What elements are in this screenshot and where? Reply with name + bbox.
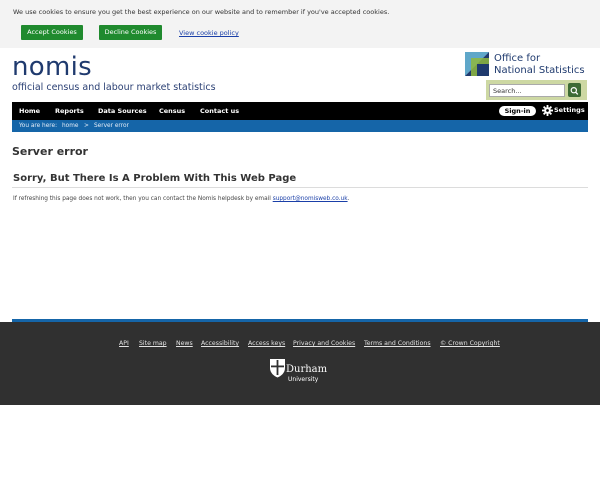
- ons-name-line1: Office for: [494, 53, 541, 64]
- nav-home[interactable]: Home: [19, 102, 40, 120]
- nomis-logo[interactable]: nomis: [12, 52, 92, 82]
- cookie-banner: We use cookies to ensure you get the bes…: [0, 0, 600, 48]
- footer-link-news[interactable]: News: [176, 340, 193, 347]
- page-title: Server error: [12, 145, 88, 158]
- nav-contact-us[interactable]: Contact us: [200, 102, 239, 120]
- breadcrumb-home[interactable]: home: [62, 120, 78, 132]
- nav-data-sources[interactable]: Data Sources: [98, 102, 147, 120]
- footer-link-access-keys[interactable]: Access keys: [248, 340, 285, 347]
- footer-link-site-map[interactable]: Site map: [139, 340, 167, 347]
- help-message: If refreshing this page does not work, t…: [13, 196, 271, 202]
- accept-cookies-button[interactable]: Accept Cookies: [21, 25, 83, 40]
- nav-reports[interactable]: Reports: [55, 102, 84, 120]
- search-button[interactable]: [568, 83, 581, 97]
- breadcrumb: You are here: home > Server error: [12, 120, 588, 132]
- search-input[interactable]: [489, 84, 565, 97]
- breadcrumb-separator: >: [84, 123, 89, 129]
- help-end: .: [347, 196, 350, 202]
- nav-census[interactable]: Census: [159, 102, 185, 120]
- footer: API Site map News Accessibility Access k…: [0, 322, 600, 405]
- footer-link-privacy[interactable]: Privacy and Cookies: [293, 340, 355, 347]
- ons-name-line2: National Statistics: [494, 65, 585, 76]
- view-cookie-policy-link[interactable]: View cookie policy: [179, 29, 239, 37]
- sign-in-button[interactable]: Sign-in: [499, 106, 536, 116]
- search-icon: [570, 86, 579, 95]
- durham-name: Durham: [286, 364, 328, 375]
- ons-logo[interactable]: Office for National Statistics: [465, 52, 587, 78]
- footer-link-api[interactable]: API: [119, 340, 129, 347]
- help-text: If refreshing this page does not work, t…: [13, 196, 349, 202]
- divider: [12, 187, 588, 188]
- error-heading: Sorry, But There Is A Problem With This …: [13, 173, 297, 184]
- footer-link-copyright[interactable]: © Crown Copyright: [440, 340, 500, 347]
- footer-link-accessibility[interactable]: Accessibility: [201, 340, 239, 347]
- decline-cookies-button[interactable]: Decline Cookies: [99, 25, 162, 40]
- durham-university-logo[interactable]: Durham University: [269, 358, 331, 386]
- breadcrumb-current: Server error: [94, 123, 129, 129]
- shield-icon: [270, 359, 285, 378]
- durham-subtitle: University: [288, 376, 319, 383]
- cookie-message: We use cookies to ensure you get the bes…: [13, 8, 390, 16]
- gear-icon: [542, 105, 553, 116]
- settings-label: Settings: [554, 106, 585, 114]
- footer-link-terms[interactable]: Terms and Conditions: [364, 340, 431, 347]
- breadcrumb-prefix: You are here:: [19, 123, 58, 129]
- site-tagline: official census and labour market statis…: [12, 82, 216, 93]
- support-email-link[interactable]: support@nomisweb.co.uk: [273, 196, 348, 202]
- ons-logo-icon: [465, 52, 489, 76]
